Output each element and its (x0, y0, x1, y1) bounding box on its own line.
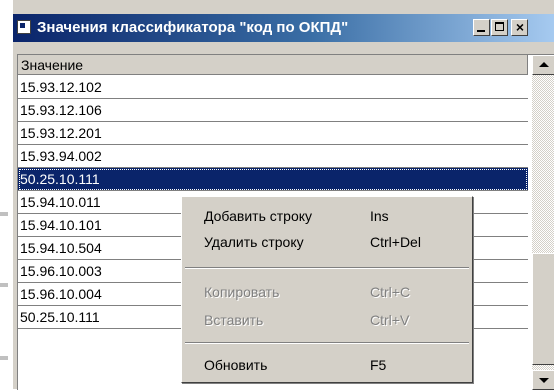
context-menu: Добавить строку Ins Удалить строку Ctrl+… (181, 196, 473, 383)
column-header-value[interactable]: Значение (18, 55, 528, 75)
scroll-up-button[interactable] (532, 55, 554, 75)
menu-item-shortcut: Ctrl+C (370, 284, 411, 300)
classifier-values-window: Значения классификатора "код по ОКПД" × … (13, 0, 554, 390)
title-bar[interactable]: Значения классификатора "код по ОКПД" × (13, 14, 554, 42)
menu-item-shortcut: Ins (370, 208, 389, 224)
close-button[interactable]: × (511, 19, 528, 36)
close-icon: × (515, 19, 525, 35)
menu-item-paste[interactable]: Вставить Ctrl+V (184, 309, 470, 331)
menu-item-label: Добавить строку (204, 208, 313, 224)
edge-mark (0, 283, 8, 287)
menu-item-label: Вставить (204, 312, 264, 328)
minimize-button[interactable] (473, 19, 490, 36)
edge-mark (0, 356, 8, 360)
menu-item-refresh[interactable]: Обновить F5 (184, 354, 470, 376)
menu-item-shortcut: F5 (370, 357, 387, 373)
window-title: Значения классификатора "код по ОКПД" (37, 19, 349, 36)
menu-item-label: Обновить (204, 357, 268, 373)
arrow-up-icon (539, 62, 549, 67)
scrollbar-thumb[interactable] (532, 253, 554, 365)
menu-item-label: Копировать (204, 284, 280, 300)
menu-separator (185, 267, 469, 269)
maximize-icon (495, 22, 504, 31)
table-row-selected[interactable]: 50.25.10.111 (18, 168, 528, 191)
app-icon[interactable] (17, 20, 31, 34)
menu-item-add-row[interactable]: Добавить строку Ins (184, 205, 470, 227)
vertical-scrollbar[interactable] (532, 55, 554, 390)
table-row[interactable]: 15.93.12.102 (18, 76, 528, 99)
arrow-down-icon (539, 378, 549, 383)
table-row[interactable]: 15.93.12.201 (18, 122, 528, 145)
menu-item-shortcut: Ctrl+Del (370, 234, 421, 250)
table-row[interactable]: 15.93.94.002 (18, 145, 528, 168)
scroll-down-button[interactable] (532, 370, 554, 390)
menu-item-label: Удалить строку (204, 234, 304, 250)
menu-item-delete-row[interactable]: Удалить строку Ctrl+Del (184, 231, 470, 253)
edge-mark (0, 212, 8, 216)
table-row[interactable]: 15.93.12.106 (18, 99, 528, 122)
menu-item-shortcut: Ctrl+V (370, 312, 410, 328)
minimize-icon (477, 30, 485, 32)
maximize-button[interactable] (491, 19, 508, 36)
menu-separator (185, 342, 469, 344)
menu-item-copy[interactable]: Копировать Ctrl+C (184, 281, 470, 303)
